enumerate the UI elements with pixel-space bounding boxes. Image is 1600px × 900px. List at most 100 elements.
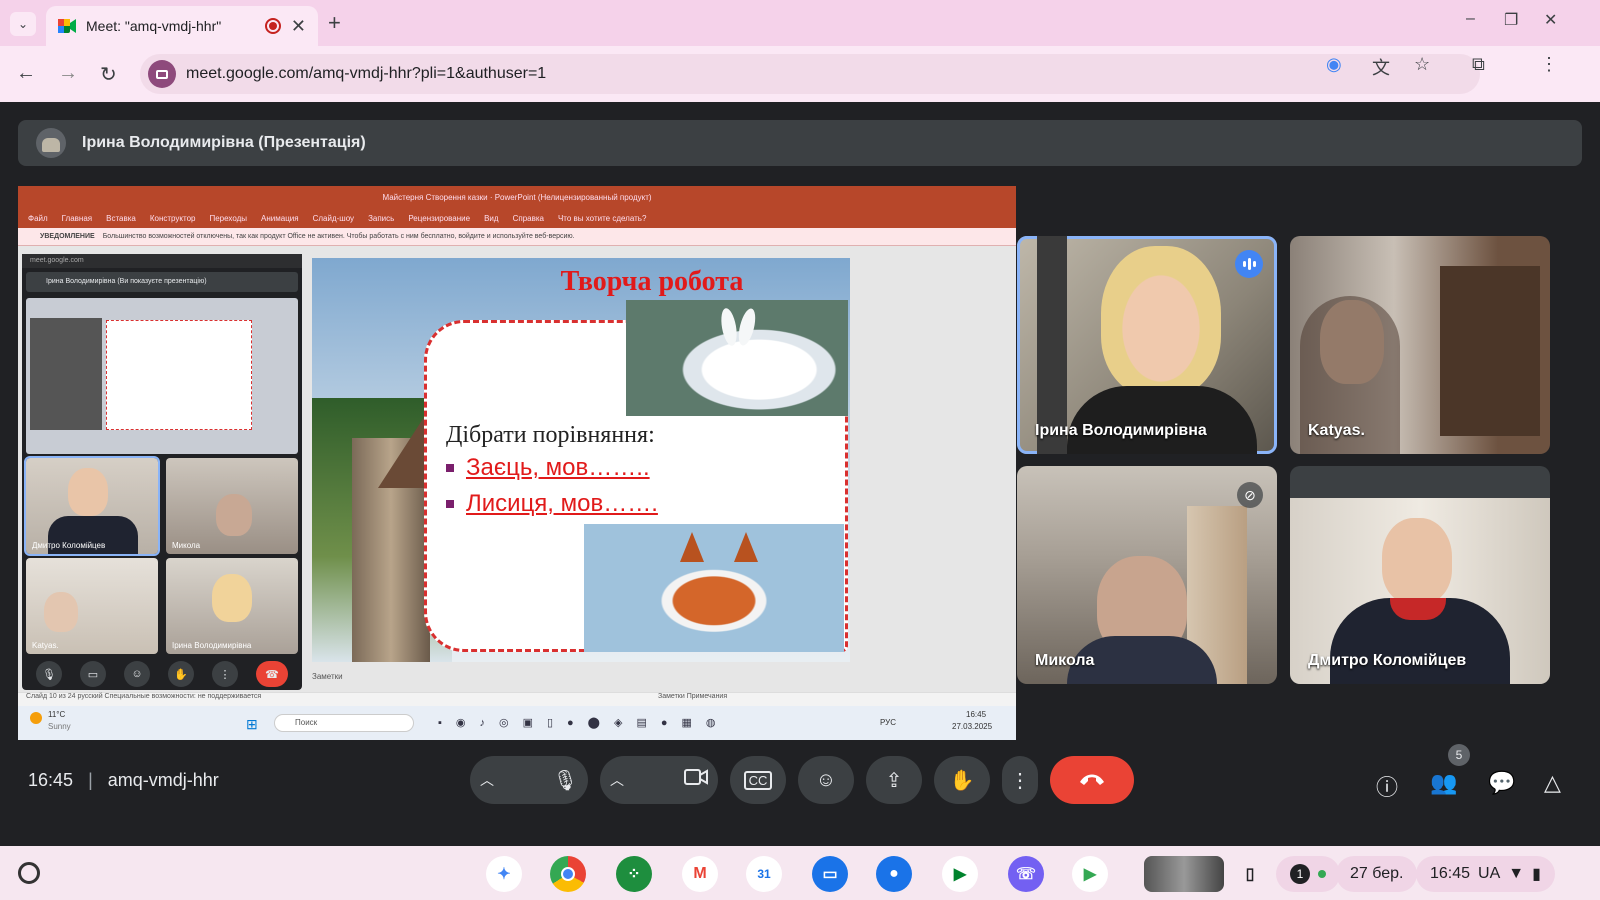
- participant-name: Дмитро Коломійцев: [1308, 652, 1467, 669]
- status-right: Заметки Примечания: [658, 693, 728, 700]
- participant-tile[interactable]: Дмитро Коломійцев: [1290, 466, 1550, 684]
- reload-icon[interactable]: ↻: [100, 62, 117, 87]
- launcher-icon[interactable]: [18, 862, 40, 884]
- windows-start-icon[interactable]: ⊞: [246, 716, 258, 733]
- meeting-time: 16:45: [28, 770, 74, 790]
- viber-app-icon[interactable]: ☏: [1008, 856, 1044, 892]
- url-text: meet.google.com/amq-vmdj-hhr?pli=1&authu…: [186, 65, 547, 82]
- notification-count: 1: [1290, 864, 1310, 884]
- address-bar[interactable]: meet.google.com/amq-vmdj-hhr?pli=1&authu…: [140, 54, 1480, 94]
- taskbar-time: 16:45: [966, 710, 987, 719]
- people-icon[interactable]: 👥: [1430, 770, 1457, 796]
- site-info-icon[interactable]: [148, 60, 176, 88]
- audio-settings-chevron-icon[interactable]: ︿: [480, 770, 494, 790]
- more-options-button[interactable]: ⋮: [1002, 756, 1038, 804]
- taskbar-app-icons[interactable]: ▪◉♪◎▣▯●⬤◈▤●▦◍: [438, 716, 729, 729]
- ribbon-tab: Переходы: [209, 213, 248, 223]
- tab-close-button[interactable]: ✕: [291, 16, 306, 37]
- minimize-icon[interactable]: –: [1466, 10, 1475, 28]
- fox-photo: [584, 524, 844, 652]
- meet-stage: Ірина Володимирівна (Презентація) Майсте…: [0, 102, 1600, 846]
- meet-app-icon[interactable]: ▶: [942, 856, 978, 892]
- bookmark-star-icon[interactable]: ☆: [1414, 54, 1430, 75]
- participant-tile[interactable]: ⊘ Микола: [1017, 466, 1277, 684]
- powerpoint-titlebar: Майстерня Створення казки · PowerPoint (…: [18, 186, 1016, 208]
- chrome-app-icon[interactable]: [550, 856, 586, 892]
- participant-name: Katyas.: [1308, 422, 1365, 439]
- taskbar-lang[interactable]: РУС: [880, 718, 896, 727]
- mini-more-icon[interactable]: ⋮: [212, 661, 238, 687]
- mini-camera-icon[interactable]: ▭: [80, 661, 106, 687]
- reactions-button[interactable]: ☺: [798, 756, 854, 804]
- mini-raise-hand-icon[interactable]: ✋: [168, 661, 194, 687]
- phone-hub-icon[interactable]: ▯: [1232, 856, 1268, 892]
- participant-tile[interactable]: Katyas.: [1290, 236, 1550, 454]
- presentation-slide: Творча робота Дібрати порівняння: Заєць,…: [312, 258, 850, 662]
- presenter-banner-text: Ірина Володимирівна (Презентація): [82, 134, 366, 151]
- status-tray[interactable]: 16:45 UA ▼ ▮: [1416, 856, 1555, 892]
- camera-icon[interactable]: [684, 768, 708, 792]
- end-call-icon: [1078, 769, 1106, 792]
- activities-icon[interactable]: △: [1544, 770, 1561, 796]
- chrome-menu-icon[interactable]: ⋮: [1540, 54, 1558, 75]
- raise-hand-button[interactable]: ✋: [934, 756, 990, 804]
- google-lens-icon[interactable]: ◉: [1326, 54, 1342, 75]
- forward-icon[interactable]: →: [58, 62, 78, 85]
- powerpoint-warning-bar: УВЕДОМЛЕНИЕ Большинство возможностей отк…: [18, 228, 1016, 246]
- mini-mic-icon[interactable]: 🎙: [36, 661, 62, 687]
- gmail-app-icon[interactable]: M: [682, 856, 718, 892]
- leave-call-button[interactable]: [1050, 756, 1134, 804]
- participant-video: [1101, 246, 1221, 396]
- captions-button[interactable]: CC: [730, 756, 786, 804]
- tab-search-button[interactable]: ⌄: [10, 12, 36, 36]
- restore-icon[interactable]: ❐: [1504, 10, 1518, 30]
- castle-tower-illustration: [352, 408, 482, 662]
- mini-meet-window: meet.google.com Ірина Володимирівна (Ви …: [22, 254, 302, 690]
- windows-taskbar: 11°C Sunny ⊞ Поиск ▪◉♪◎▣▯●⬤◈▤●▦◍ РУС 16:…: [18, 706, 1016, 740]
- chromeos-shelf: ✦ ⁘ M 31 ▭ ● ▶ ☏ ▶ ▯ 1 27 бер. 16:45 UA …: [0, 846, 1600, 900]
- gemini-app-icon[interactable]: ✦: [486, 856, 522, 892]
- window-close-icon[interactable]: ✕: [1544, 10, 1557, 30]
- mini-emoji-icon[interactable]: ☺: [124, 661, 150, 687]
- call-controls: ︿ 🎙 ︿ CC ☺ ⇪ ✋ ⋮: [470, 756, 1134, 804]
- back-icon[interactable]: ←: [16, 62, 36, 85]
- status-left: Слайд 10 из 24 русский Специальные возмо…: [26, 693, 262, 700]
- new-tab-button[interactable]: +: [328, 10, 341, 36]
- weather-desc: Sunny: [48, 722, 71, 731]
- messages-app-icon[interactable]: ●: [876, 856, 912, 892]
- powerpoint-statusbar: Слайд 10 из 24 русский Специальные возмо…: [18, 692, 1016, 706]
- weather-temp: 11°C: [48, 710, 66, 719]
- camera-control: ︿: [600, 756, 718, 804]
- mini-end-call-icon[interactable]: ☎: [256, 661, 288, 687]
- presenter-avatar: [36, 128, 66, 158]
- window-previews[interactable]: [1144, 856, 1224, 892]
- taskbar-search[interactable]: Поиск: [274, 714, 414, 732]
- mini-tile: Ірина Володимирівна: [166, 558, 298, 654]
- warning-text: Большинство возможностей отключены, так …: [102, 233, 575, 240]
- meeting-info: 16:45 | amq-vmdj-hhr: [28, 770, 219, 791]
- files-app-icon[interactable]: ▭: [812, 856, 848, 892]
- play-store-app-icon[interactable]: ▶: [1072, 856, 1108, 892]
- notification-tray[interactable]: 1: [1276, 856, 1340, 892]
- presenter-banner: Ірина Володимирівна (Презентація): [18, 120, 1582, 166]
- extensions-icon[interactable]: ⧉: [1472, 54, 1485, 75]
- calendar-app-icon[interactable]: 31: [746, 856, 782, 892]
- raise-hand-icon: ✋: [949, 769, 975, 792]
- mini-meet-url: meet.google.com: [22, 254, 302, 268]
- date-tray[interactable]: 27 бер.: [1336, 856, 1418, 892]
- powerpoint-ribbon-tabs: Файл Главная Вставка Конструктор Переход…: [18, 208, 1016, 228]
- translate-icon[interactable]: 文: [1372, 54, 1390, 80]
- ribbon-tab: Запись: [368, 213, 395, 223]
- microphone-icon[interactable]: 🎙: [553, 768, 578, 793]
- participant-tile[interactable]: Ірина Володимирівна: [1017, 236, 1277, 454]
- shelf-time: 16:45: [1430, 865, 1471, 882]
- video-settings-chevron-icon[interactable]: ︿: [610, 770, 624, 790]
- present-button[interactable]: ⇪: [866, 756, 922, 804]
- tab-meet[interactable]: Meet: "amq-vmdj-hhr" ✕: [46, 6, 318, 46]
- mini-tile: Дмитро Коломійцев: [24, 456, 160, 556]
- meeting-details-info-icon[interactable]: ⓘ: [1376, 770, 1398, 802]
- chat-icon[interactable]: 💬: [1488, 770, 1515, 796]
- ribbon-tab: Что вы хотите сделать?: [557, 213, 647, 223]
- apps-grid-icon[interactable]: ⁘: [616, 856, 652, 892]
- meet-status-dot-icon: [1318, 870, 1326, 878]
